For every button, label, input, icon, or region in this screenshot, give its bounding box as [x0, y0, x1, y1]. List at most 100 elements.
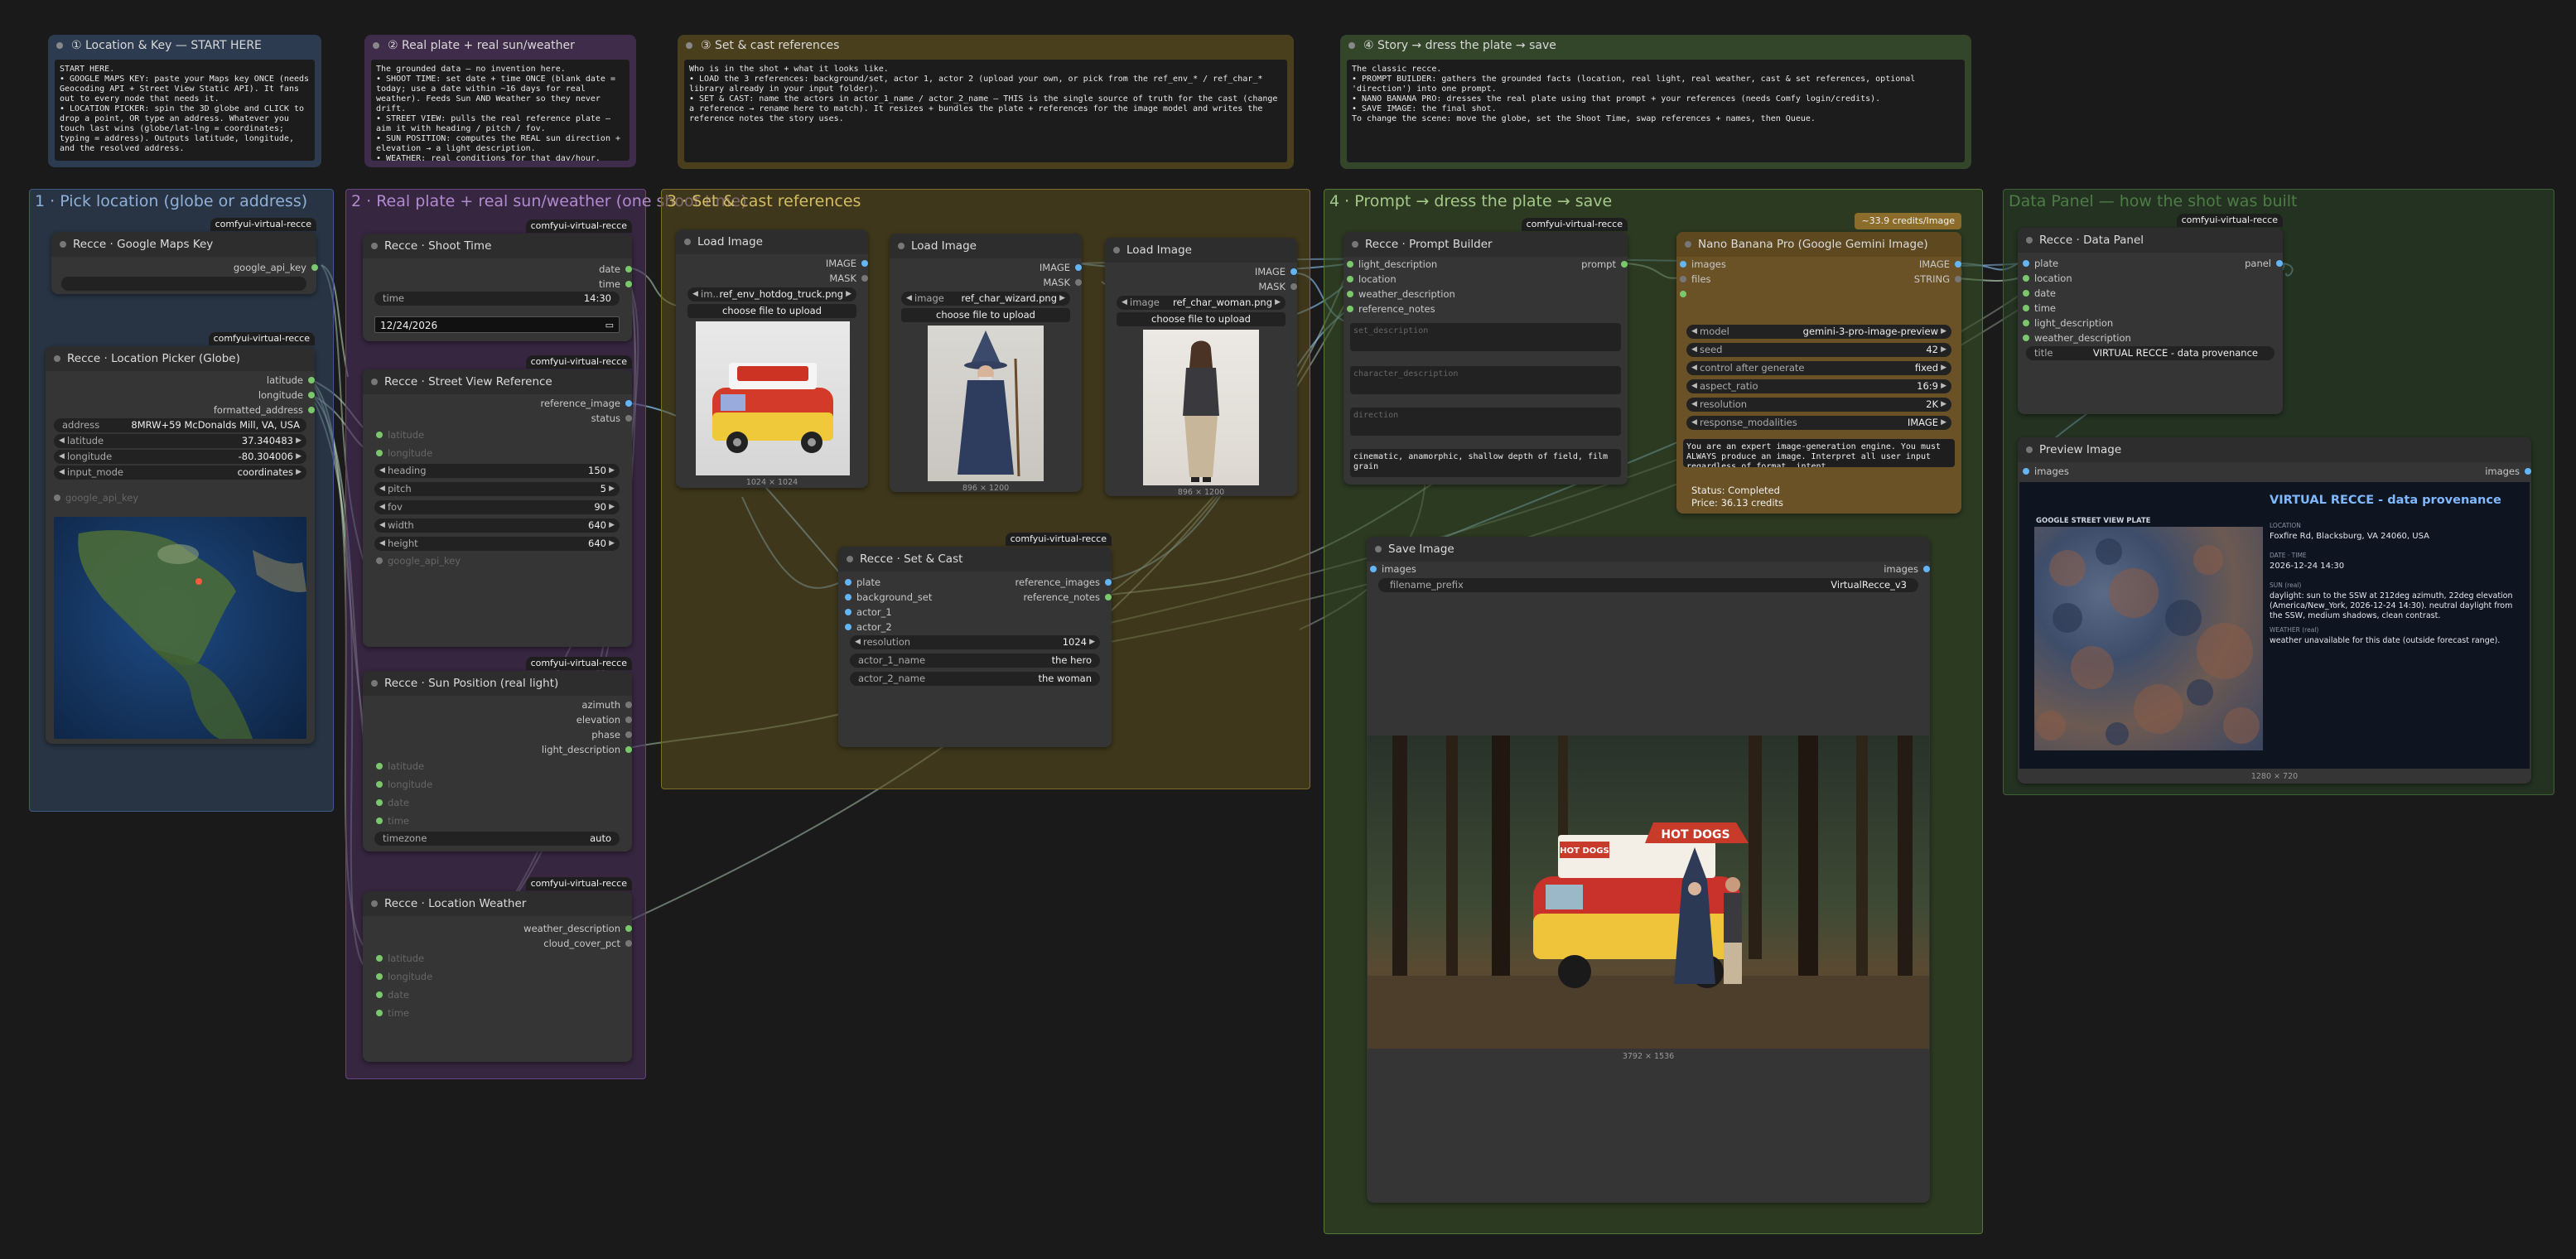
- node-nano-banana-pro[interactable]: ~33.9 credits/Image Nano Banana Pro (Goo…: [1676, 213, 1962, 514]
- decrement-icon[interactable]: ◀: [59, 434, 65, 448]
- input-plate[interactable]: plate: [844, 576, 880, 588]
- output-weather-description[interactable]: weather_description: [523, 923, 632, 934]
- fov-stepper[interactable]: ◀ fov 90 ▶: [374, 500, 620, 514]
- increment-icon[interactable]: ▶: [846, 287, 851, 301]
- decrement-icon[interactable]: ◀: [59, 465, 65, 480]
- decrement-icon[interactable]: ◀: [692, 287, 698, 301]
- input-longitude[interactable]: longitude: [375, 971, 432, 982]
- image-file-select[interactable]: ◀ image ref_char_woman.png ▶: [1117, 296, 1286, 310]
- input-reference-notes[interactable]: reference_notes: [1347, 303, 1435, 315]
- input-latitude[interactable]: latitude: [375, 760, 424, 772]
- output-string[interactable]: STRING: [1914, 273, 1962, 285]
- increment-icon[interactable]: ▶: [1941, 379, 1946, 393]
- input-images[interactable]: images: [1680, 258, 1726, 270]
- increment-icon[interactable]: ▶: [296, 434, 301, 448]
- heading-stepper[interactable]: ◀ heading 150 ▶: [374, 464, 620, 478]
- increment-icon[interactable]: ▶: [1089, 635, 1095, 649]
- input-actor-1[interactable]: actor_1: [845, 606, 892, 618]
- input-plate[interactable]: plate: [2022, 258, 2058, 269]
- title-field[interactable]: title VIRTUAL RECCE - data provenance: [2026, 346, 2275, 360]
- width-stepper[interactable]: ◀ width 640 ▶: [374, 519, 620, 533]
- output-image[interactable]: IMAGE: [1255, 266, 1298, 277]
- globe-view[interactable]: [54, 517, 306, 739]
- system-prompt-field[interactable]: You are an expert image-generation engin…: [1683, 439, 1955, 467]
- actor-2-name-field[interactable]: actor_2_name the woman: [850, 672, 1100, 686]
- set-description-field[interactable]: set_description: [1350, 323, 1621, 351]
- decrement-icon[interactable]: ◀: [1691, 343, 1697, 357]
- increment-icon[interactable]: ▶: [609, 464, 615, 478]
- node-location-weather[interactable]: comfyui-virtual-recce Recce · Location W…: [363, 877, 632, 1062]
- character-description-field[interactable]: character_description: [1350, 366, 1621, 394]
- node-location-picker[interactable]: comfyui-virtual-recce Recce · Location P…: [46, 332, 316, 744]
- node-preview-image[interactable]: Preview Image images images GOOGLE STREE…: [2018, 437, 2531, 784]
- output-images[interactable]: images: [2485, 465, 2531, 477]
- output-light-description[interactable]: light_description: [542, 744, 633, 755]
- input-light-description[interactable]: light_description: [2022, 317, 2113, 329]
- output-images[interactable]: images: [1884, 563, 1930, 575]
- filename-prefix-field[interactable]: filename_prefix VirtualRecce_v3: [1378, 578, 1918, 592]
- pitch-stepper[interactable]: ◀ pitch 5 ▶: [374, 482, 620, 496]
- decrement-icon[interactable]: ◀: [379, 519, 385, 533]
- latitude-stepper[interactable]: ◀ latitude 37.340483 ▶: [54, 434, 306, 448]
- resolution-stepper[interactable]: ◀ resolution 1024 ▶: [850, 635, 1100, 649]
- decrement-icon[interactable]: ◀: [1691, 379, 1697, 393]
- seed-stepper[interactable]: ◀ seed 42 ▶: [1686, 343, 1951, 357]
- input-location[interactable]: location: [2023, 273, 2072, 284]
- input-weather-description[interactable]: weather_description: [1347, 288, 1455, 300]
- node-shoot-time[interactable]: comfyui-virtual-recce Recce · Shoot Time…: [363, 219, 632, 341]
- node-street-view[interactable]: comfyui-virtual-recce Recce · Street Vie…: [363, 355, 633, 647]
- input-latitude[interactable]: latitude: [375, 953, 424, 964]
- output-status[interactable]: status: [591, 412, 633, 424]
- timezone-field[interactable]: timezone auto: [374, 832, 620, 846]
- increment-icon[interactable]: ▶: [296, 465, 301, 480]
- increment-icon[interactable]: ▶: [1941, 361, 1946, 375]
- node-load-image-actor1[interactable]: Load Image IMAGE MASK ◀ image ref_char_w…: [890, 234, 1083, 493]
- input-actor-2[interactable]: actor_2: [845, 621, 892, 633]
- node-load-image-background[interactable]: Load Image IMAGE MASK ◀ im... ref_env_ho…: [676, 229, 869, 488]
- output-panel[interactable]: panel: [2245, 258, 2283, 269]
- note-body[interactable]: The grounded data — no invention here. •…: [371, 60, 630, 161]
- output-latitude[interactable]: latitude: [267, 374, 316, 386]
- input-date[interactable]: date: [376, 797, 409, 808]
- height-stepper[interactable]: ◀ height 640 ▶: [374, 537, 620, 551]
- decrement-icon[interactable]: ◀: [1122, 296, 1127, 310]
- input-google-api-key[interactable]: google_api_key: [53, 492, 138, 504]
- output-reference-image[interactable]: reference_image: [541, 398, 633, 409]
- upload-button[interactable]: choose file to upload: [687, 304, 856, 318]
- model-select[interactable]: ◀ model gemini-3-pro-image-preview ▶: [1686, 325, 1951, 339]
- resolution-select[interactable]: ◀ resolution 2K ▶: [1686, 398, 1951, 412]
- output-image[interactable]: IMAGE: [1919, 258, 1962, 270]
- output-longitude[interactable]: longitude: [258, 389, 316, 401]
- output-reference-images[interactable]: reference_images: [1015, 576, 1112, 588]
- aspect-ratio-select[interactable]: ◀ aspect_ratio 16:9 ▶: [1686, 379, 1951, 393]
- image-file-select[interactable]: ◀ im... ref_env_hotdog_truck.png ▶: [687, 287, 856, 301]
- upload-button[interactable]: choose file to upload: [1117, 312, 1286, 326]
- output-cloud-cover-pct[interactable]: cloud_cover_pct: [543, 938, 632, 949]
- response-modalities-select[interactable]: ◀ response_modalities IMAGE ▶: [1686, 416, 1951, 430]
- output-image[interactable]: IMAGE: [826, 258, 869, 269]
- decrement-icon[interactable]: ◀: [906, 292, 912, 306]
- input-files[interactable]: files: [1680, 273, 1711, 285]
- control-after-generate-select[interactable]: ◀ control after generate fixed ▶: [1686, 361, 1951, 375]
- increment-icon[interactable]: ▶: [1275, 296, 1281, 310]
- decrement-icon[interactable]: ◀: [379, 482, 385, 496]
- decrement-icon[interactable]: ◀: [1691, 325, 1697, 339]
- input-location[interactable]: location: [1347, 273, 1397, 285]
- input-time[interactable]: time: [376, 1007, 409, 1019]
- image-file-select[interactable]: ◀ image ref_char_wizard.png ▶: [901, 292, 1070, 306]
- increment-icon[interactable]: ▶: [296, 450, 301, 464]
- decrement-icon[interactable]: ◀: [1691, 398, 1697, 412]
- time-field[interactable]: time 14:30: [374, 292, 620, 306]
- decrement-icon[interactable]: ◀: [1691, 416, 1697, 430]
- decrement-icon[interactable]: ◀: [379, 537, 385, 551]
- increment-icon[interactable]: ▶: [1941, 343, 1946, 357]
- node-save-image[interactable]: Save Image images images filename_prefix…: [1367, 537, 1930, 1203]
- output-mask[interactable]: MASK: [1258, 281, 1297, 292]
- output-time[interactable]: time: [599, 278, 632, 290]
- longitude-stepper[interactable]: ◀ longitude -80.304006 ▶: [54, 450, 306, 464]
- input-images[interactable]: images: [2023, 465, 2069, 477]
- style-field[interactable]: cinematic, anamorphic, shallow depth of …: [1350, 449, 1621, 477]
- input-background-set[interactable]: background_set: [844, 591, 932, 603]
- input-google-api-key[interactable]: google_api_key: [375, 555, 461, 567]
- direction-field[interactable]: direction: [1350, 408, 1621, 436]
